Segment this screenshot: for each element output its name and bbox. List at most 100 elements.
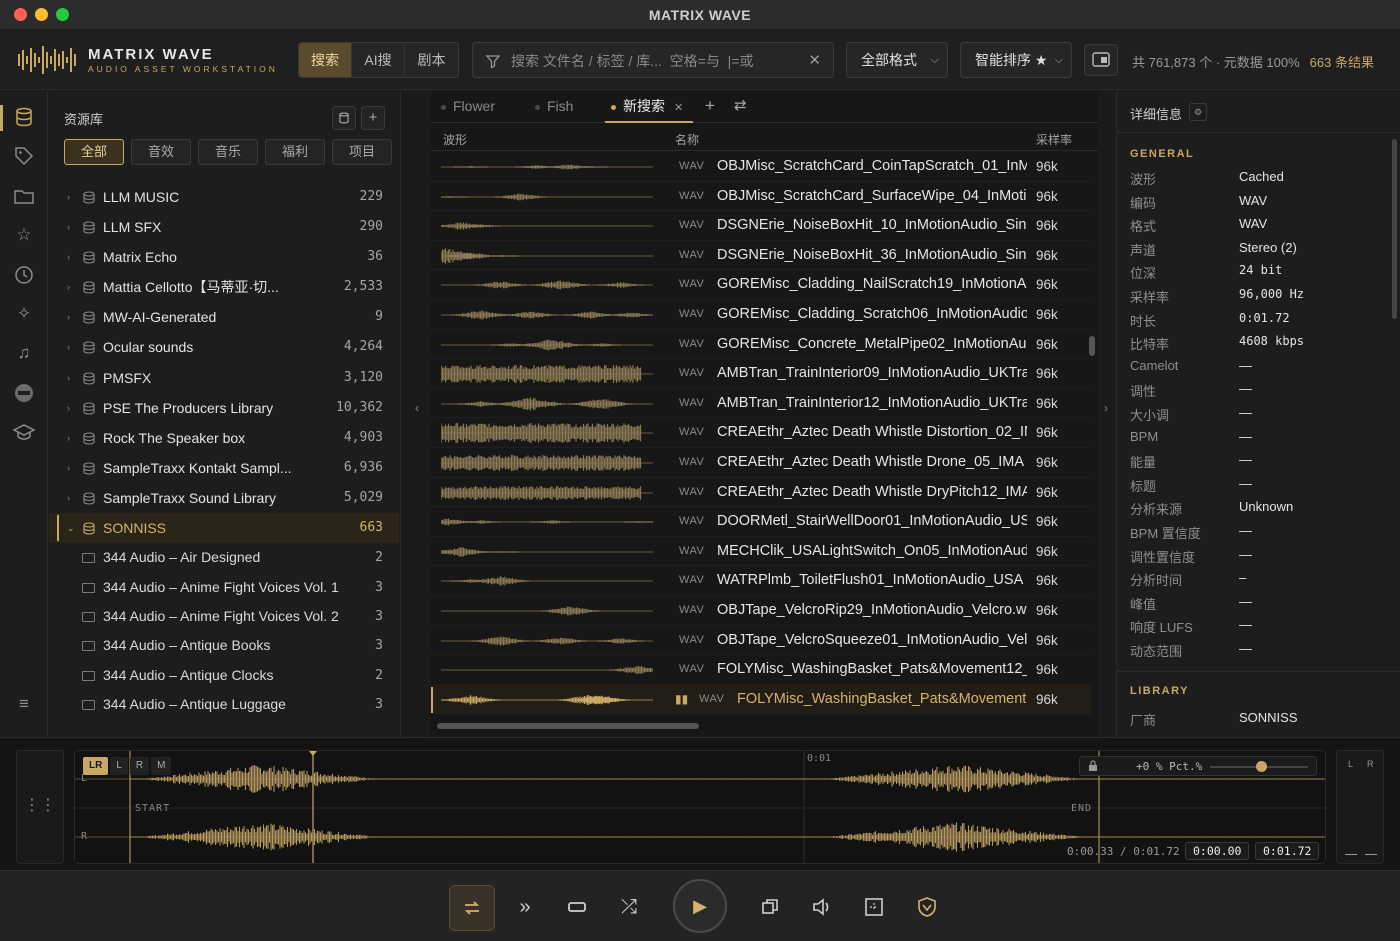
column-name[interactable]: 名称 [675,131,699,148]
waveform-thumbnail[interactable] [441,659,653,681]
chevron-right-icon[interactable]: › [67,272,70,302]
file-row[interactable]: WAV FOLYMisc_WashingBasket_Pats&Movement1… [431,655,1091,685]
waveform-thumbnail[interactable] [441,393,653,415]
library-item-selected[interactable]: ⌄ SONNISS 663 [49,513,399,544]
library-subfolder[interactable]: 344 Audio – Antique Books 3 [49,631,399,660]
zoom-window-button[interactable] [56,8,69,21]
waveform-thumbnail[interactable] [441,422,653,444]
sort-dropdown[interactable]: 智能排序 ★ ⌵ [960,42,1072,78]
chevron-right-icon[interactable]: › [67,483,70,513]
waveform-thumbnail[interactable] [441,570,653,592]
start-marker-label[interactable]: START [135,803,170,814]
channel-m-button[interactable]: M [151,757,172,775]
music-note-icon[interactable]: ♫ [12,341,36,365]
play-button[interactable]: ▶ [673,879,727,933]
file-row[interactable]: WAV GOREMisc_Concrete_MetalPipe02_InMotio… [431,330,1091,360]
volume-button[interactable] [799,885,845,931]
mode-script-button[interactable]: 剧本 [405,43,458,77]
chevron-right-icon[interactable]: › [67,393,70,423]
file-row[interactable]: WAV DSGNErie_NoiseBoxHit_10_InMotionAudio… [431,211,1091,241]
library-item[interactable]: › MW-AI-Generated 9 [49,302,399,332]
chevron-right-icon[interactable]: › [67,182,70,212]
waveform-thumbnail[interactable] [441,334,653,356]
filter-icon[interactable] [485,53,501,69]
waveform-thumbnail[interactable] [441,274,653,296]
skip-forward-button[interactable]: » [502,885,548,931]
library-subfolder[interactable]: 344 Audio – Antique Luggage 3 [49,690,399,719]
chevron-down-icon[interactable]: ⌄ [67,513,75,543]
shuffle-button[interactable]: ⤮ [606,885,652,931]
library-item[interactable]: › SampleTraxx Kontakt Sampl... 6,936 [49,453,399,483]
folder-icon[interactable] [12,184,36,208]
file-row[interactable]: WAV OBJMisc_ScratchCard_CoinTapScratch_01… [431,152,1091,182]
file-row[interactable]: WAV OBJTape_VelcroRip29_InMotionAudio_Vel… [431,596,1091,626]
graduation-cap-icon[interactable] [12,420,36,444]
clock-icon[interactable] [12,263,36,287]
channel-r-button[interactable]: R [129,757,150,775]
ucs-icon[interactable] [12,381,36,405]
file-row[interactable]: WAV DOORMetl_StairWellDoor01_InMotionAudi… [431,507,1091,537]
chevron-right-icon[interactable]: › [67,242,70,272]
library-subfolder[interactable]: 344 Audio – Anime Fight Voices Vol. 1 3 [49,573,399,602]
tag-icon[interactable] [12,144,36,168]
chevron-right-icon[interactable]: › [67,302,70,332]
out-time-field[interactable]: 0:01.72 [1255,842,1320,860]
filter-all[interactable]: 全部 [64,139,124,165]
file-row[interactable]: WAV MECHClik_USALightSwitch_On05_InMotion… [431,537,1091,567]
pitch-slider-handle[interactable] [1256,761,1267,772]
waveform-thumbnail[interactable] [441,630,653,652]
library-item[interactable]: › PSE The Producers Library 10,362 [49,393,399,423]
chevron-right-icon[interactable]: › [67,453,70,483]
waveform-thumbnail[interactable] [441,215,653,237]
file-row[interactable]: WAV OBJMisc_ScratchCard_SurfaceWipe_04_In… [431,182,1091,212]
chevron-right-icon[interactable]: › [67,212,70,242]
file-row[interactable]: WAV GOREMisc_Cladding_NailScratch19_InMot… [431,270,1091,300]
swap-icon[interactable]: ⇄ [734,91,747,123]
gear-icon[interactable]: ⚙ [1189,103,1207,121]
waveform-view[interactable]: LR L R M L R START END 0:01 +0 % Pct.% 0… [74,750,1326,864]
waveform-thumbnail[interactable] [441,156,653,178]
library-item[interactable]: › PMSFX 3,120 [49,363,399,393]
add-tab-button[interactable]: + [705,91,715,123]
copy-button[interactable] [747,885,793,931]
library-item[interactable]: › SampleTraxx Sound Library 5,029 [49,483,399,513]
mode-ai-search-button[interactable]: AI搜 [352,43,405,77]
toggle-panel-button[interactable] [1084,44,1118,76]
loop-toggle-button[interactable] [449,885,495,931]
format-dropdown[interactable]: 全部格式 ⌵ [846,42,948,78]
file-row[interactable]: WAV OBJTape_VelcroSqueeze01_InMotionAudio… [431,626,1091,656]
file-row[interactable]: WAV CREAEthr_Aztec Death Whistle Distorti… [431,418,1091,448]
add-library-button[interactable]: + [361,106,385,130]
library-item[interactable]: › Ocular sounds 4,264 [49,332,399,362]
tab-flower[interactable]: Flower [441,91,525,123]
tab-fish[interactable]: Fish [535,91,599,123]
close-tab-icon[interactable]: ✕ [674,102,683,114]
file-row[interactable]: WAV DSGNErie_NoiseBoxHit_36_InMotionAudio… [431,241,1091,271]
filter-sfx[interactable]: 音效 [131,139,191,165]
minimize-window-button[interactable] [35,8,48,21]
file-row[interactable]: WAV AMBTran_TrainInterior12_InMotionAudio… [431,389,1091,419]
column-samplerate[interactable]: 采样率 [1036,131,1072,148]
filter-music[interactable]: 音乐 [198,139,258,165]
end-marker-label[interactable]: END [1071,803,1092,814]
clear-search-icon[interactable]: ✕ [808,51,821,69]
mode-search-button[interactable]: 搜索 [299,43,352,77]
close-window-button[interactable] [14,8,27,21]
database-icon[interactable] [12,105,36,129]
library-item[interactable]: › LLM MUSIC 229 [49,182,399,212]
library-subfolder[interactable]: 344 Audio – Antique Clocks 2 [49,661,399,690]
filter-bonus[interactable]: 福利 [265,139,325,165]
file-row[interactable]: WAV AMBTran_TrainInterior09_InMotionAudio… [431,359,1091,389]
in-time-field[interactable]: 0:00.00 [1185,842,1250,860]
column-waveform[interactable]: 波形 [443,131,467,148]
list-vertical-scrollbar[interactable] [1089,336,1095,356]
chevron-right-icon[interactable]: › [67,332,70,362]
drag-handle-icon[interactable]: ⋮⋮ [16,750,64,864]
chevron-right-icon[interactable]: › [67,363,70,393]
chevron-right-icon[interactable]: › [67,423,70,453]
lock-icon[interactable] [1088,760,1098,772]
waveform-thumbnail[interactable] [441,304,653,326]
filter-project[interactable]: 项目 [332,139,392,165]
sparkle-icon[interactable]: ✧ [12,302,36,326]
collapse-right-handle[interactable]: › [1098,91,1116,737]
